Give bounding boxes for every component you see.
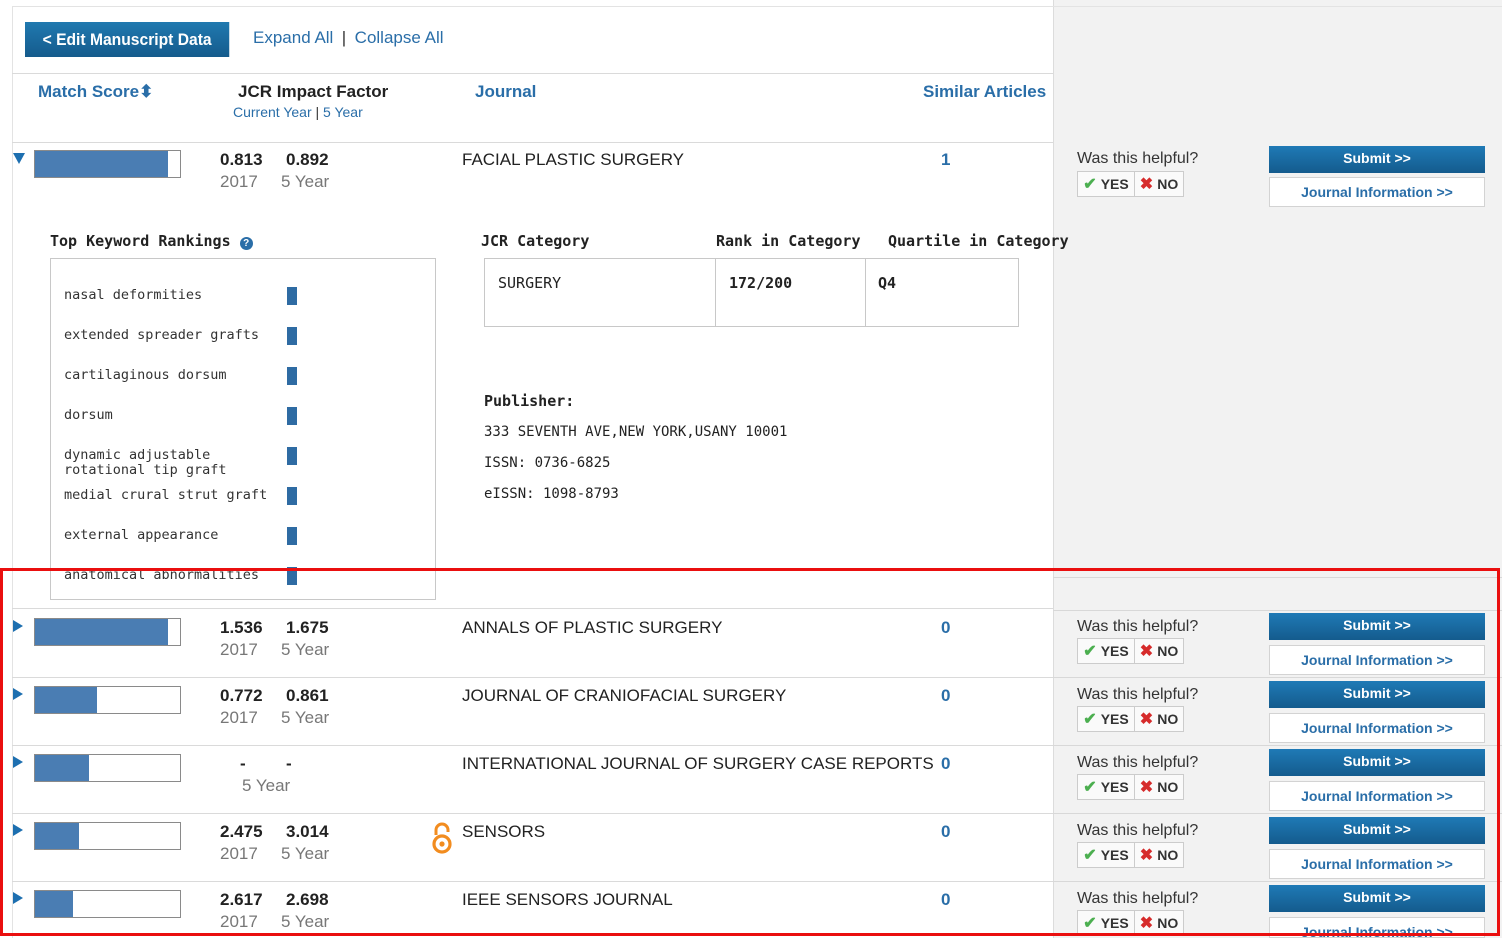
current-year-sort[interactable]: Current Year <box>233 104 312 120</box>
impact-current: 0.813 <box>220 150 263 169</box>
keyword-list[interactable]: nasal deformities extended spreader graf… <box>50 258 436 600</box>
no-label: NO <box>1157 176 1179 192</box>
yes-no-group: ✔ YES ✖ NO <box>1077 171 1184 197</box>
submit-button[interactable]: Submit >> <box>1269 146 1485 173</box>
keyword-item: dynamic adjustable rotational tip graft <box>64 447 227 478</box>
jcr-category-header: JCR Category <box>481 232 590 250</box>
keyword-rankings-title: Top Keyword Rankings ? <box>50 232 253 250</box>
match-score-bar <box>34 150 181 178</box>
journal-information-button[interactable]: Journal Information >> <box>1269 177 1485 207</box>
journal-header[interactable]: Journal <box>475 82 536 102</box>
keyword-item: cartilaginous dorsum <box>64 367 227 383</box>
match-score-header[interactable]: Match Score⬍ <box>38 82 153 102</box>
similar-count[interactable]: 1 <box>941 150 950 170</box>
five-year-label: 5 Year <box>281 172 330 191</box>
edit-manuscript-button[interactable]: < Edit Manuscript Data <box>25 22 230 57</box>
question-circle-icon[interactable]: ? <box>239 237 253 250</box>
rank-cell: 172/200 <box>715 258 866 327</box>
expand-collapse-links: Expand All | Collapse All <box>253 28 444 48</box>
collapse-all-link[interactable]: Collapse All <box>355 28 444 47</box>
collapse-row-icon[interactable] <box>13 153 25 164</box>
match-score-fill <box>35 151 169 177</box>
issn: ISSN: 0736-6825 <box>484 455 611 471</box>
keyword-item: dorsum <box>64 407 113 423</box>
yes-button[interactable]: ✔ YES <box>1078 172 1135 196</box>
keyword-rankings-title-text: Top Keyword Rankings <box>50 232 231 250</box>
quartile-cell: Q4 <box>865 258 1019 327</box>
keyword-bar <box>287 527 297 545</box>
no-button[interactable]: ✖ NO <box>1134 172 1184 196</box>
keyword-bar <box>287 327 297 345</box>
keyword-bar <box>287 287 297 305</box>
x-icon: ✖ <box>1139 176 1154 193</box>
keyword-item: nasal deformities <box>64 287 203 303</box>
category-cell: SURGERY <box>484 258 716 327</box>
eissn: eISSN: 1098-8793 <box>484 486 619 502</box>
similar-articles-header[interactable]: Similar Articles <box>923 82 1046 102</box>
checkmark-icon: ✔ <box>1083 176 1097 193</box>
publisher-label: Publisher: <box>484 392 575 410</box>
link-separator: | <box>341 28 347 47</box>
five-year-sort[interactable]: 5 Year <box>323 104 363 120</box>
highlight-box <box>0 568 1500 936</box>
keyword-bar <box>287 407 297 425</box>
jcr-subheader-separator: | <box>315 104 320 120</box>
expand-all-link[interactable]: Expand All <box>253 28 333 47</box>
helpful-label: Was this helpful? <box>1077 150 1199 167</box>
jcr-header: JCR Impact Factor <box>238 82 389 101</box>
keyword-item: external appearance <box>64 527 219 543</box>
keyword-item: medial crural strut graft <box>64 487 268 503</box>
toolbar-divider <box>12 73 1053 74</box>
rank-header: Rank in Category <box>716 232 861 250</box>
jcr-subheader: Current Year | 5 Year <box>233 104 363 120</box>
keyword-bar <box>287 447 297 465</box>
keyword-bar <box>287 487 297 505</box>
journal-name[interactable]: FACIAL PLASTIC SURGERY <box>462 150 684 170</box>
header-divider <box>12 142 1053 143</box>
publisher-address: 333 SEVENTH AVE,NEW YORK,USANY 10001 <box>484 424 788 440</box>
yes-label: YES <box>1100 176 1129 192</box>
top-border <box>12 6 1502 7</box>
quartile-header: Quartile in Category <box>888 232 1069 250</box>
impact-year-label: 2017 <box>220 172 258 191</box>
keyword-bar <box>287 367 297 385</box>
impact-5year: 0.892 <box>286 150 329 169</box>
keyword-item: extended spreader grafts <box>64 327 260 343</box>
